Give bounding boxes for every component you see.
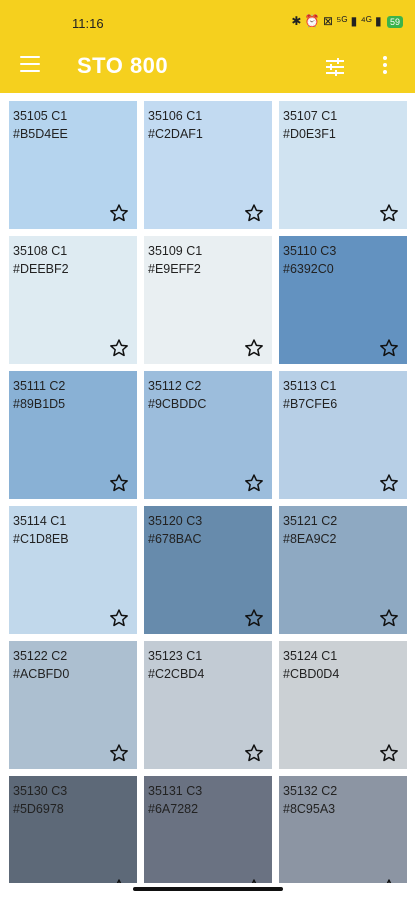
color-hex: #C2CBD4 [148, 667, 205, 681]
color-tile[interactable]: 35113 C1 #B7CFE6 [279, 371, 407, 499]
favorite-star-icon[interactable] [109, 743, 129, 763]
color-tile[interactable]: 35130 C3 #5D6978 [9, 776, 137, 883]
color-code: 35121 C2 [283, 514, 338, 528]
color-tile[interactable]: 35131 C3 #6A7282 [144, 776, 272, 883]
color-tile[interactable]: 35107 C1 #D0E3F1 [279, 101, 407, 229]
color-hex: #8EA9C2 [283, 532, 337, 546]
color-tile[interactable]: 35123 C1 #C2CBD4 [144, 641, 272, 769]
toolbar: STO 800 [0, 42, 415, 90]
favorite-star-icon[interactable] [109, 338, 129, 358]
color-hex: #E9EFF2 [148, 262, 201, 276]
color-hex: #5D6978 [13, 802, 64, 816]
favorite-star-icon[interactable] [109, 608, 129, 628]
page-title: STO 800 [77, 53, 169, 78]
favorite-star-icon[interactable] [244, 473, 264, 493]
color-tile[interactable]: 35111 C2 #89B1D5 [9, 371, 137, 499]
color-hex: #6A7282 [148, 802, 199, 816]
color-tile[interactable]: 35109 C1 #E9EFF2 [144, 236, 272, 364]
color-hex: #C2DAF1 [148, 127, 203, 141]
menu-icon[interactable] [20, 56, 40, 72]
color-hex: #B5D4EE [13, 127, 68, 141]
status-icons: ✱ ⏰ ⊠ ⁵ᴳ ▮ ⁴ᴳ ▮ 59 [291, 14, 403, 28]
color-code: 35112 C2 [148, 379, 202, 393]
color-hex: #CBD0D4 [283, 667, 340, 681]
color-code: 35130 C3 [13, 784, 68, 798]
color-tile[interactable]: 35122 C2 #ACBFD0 [9, 641, 137, 769]
color-hex: #C1D8EB [13, 532, 69, 546]
color-tile[interactable]: 35132 C2 #8C95A3 [279, 776, 407, 883]
color-hex: #B7CFE6 [283, 397, 338, 411]
favorite-star-icon[interactable] [244, 203, 264, 223]
gesture-nav-bar[interactable] [133, 887, 283, 891]
color-hex: #678BAC [148, 532, 202, 546]
favorite-star-icon[interactable] [109, 473, 129, 493]
color-hex: #D0E3F1 [283, 127, 336, 141]
color-tile[interactable]: 35112 C2 #9CBDDC [144, 371, 272, 499]
status-time: 11:16 [72, 16, 104, 31]
color-tile[interactable]: 35105 C1 #B5D4EE [9, 101, 137, 229]
color-grid: 35105 C1 #B5D4EE 35106 C1 #C2DAF1 35107 C1 #D… [0, 93, 415, 883]
color-code: 35131 C3 [148, 784, 203, 798]
color-code: 35105 C1 [13, 109, 68, 123]
favorite-star-icon[interactable] [109, 203, 129, 223]
favorite-star-icon[interactable] [244, 878, 264, 883]
status-icons-text: ✱ ⏰ ⊠ ⁵ᴳ ▮ ⁴ᴳ ▮ [291, 14, 382, 28]
status-bar: 11:16 ✱ ⏰ ⊠ ⁵ᴳ ▮ ⁴ᴳ ▮ 59 [0, 0, 415, 42]
color-hex: #6392C0 [283, 262, 334, 276]
favorite-star-icon[interactable] [379, 878, 399, 883]
favorite-star-icon[interactable] [379, 203, 399, 223]
color-hex: #DEEBF2 [13, 262, 69, 276]
color-code: 35110 C3 [283, 244, 337, 258]
filter-icon[interactable] [324, 56, 346, 78]
color-tile[interactable]: 35108 C1 #DEEBF2 [9, 236, 137, 364]
favorite-star-icon[interactable] [379, 743, 399, 763]
color-code: 35123 C1 [148, 649, 203, 663]
color-code: 35124 C1 [283, 649, 338, 663]
favorite-star-icon[interactable] [244, 608, 264, 628]
app-bar: 11:16 ✱ ⏰ ⊠ ⁵ᴳ ▮ ⁴ᴳ ▮ 59 STO 800 [0, 0, 415, 93]
color-tile[interactable]: 35121 C2 #8EA9C2 [279, 506, 407, 634]
favorite-star-icon[interactable] [379, 338, 399, 358]
color-hex: #89B1D5 [13, 397, 66, 411]
favorite-star-icon[interactable] [109, 878, 129, 883]
color-code: 35120 C3 [148, 514, 203, 528]
color-code: 35109 C1 [148, 244, 203, 258]
color-code: 35108 C1 [13, 244, 68, 258]
color-tile[interactable]: 35110 C3 #6392C0 [279, 236, 407, 364]
favorite-star-icon[interactable] [379, 473, 399, 493]
color-hex: #8C95A3 [283, 802, 336, 816]
color-tile[interactable]: 35120 C3 #678BAC [144, 506, 272, 634]
favorite-star-icon[interactable] [379, 608, 399, 628]
color-tile[interactable]: 35106 C1 #C2DAF1 [144, 101, 272, 229]
color-code: 35106 C1 [148, 109, 203, 123]
color-hex: #ACBFD0 [13, 667, 70, 681]
favorite-star-icon[interactable] [244, 743, 264, 763]
color-code: 35132 C2 [283, 784, 338, 798]
color-code: 35111 C2 [13, 379, 66, 393]
favorite-star-icon[interactable] [244, 338, 264, 358]
battery-icon: 59 [386, 16, 403, 28]
color-code: 35114 C1 [13, 514, 67, 528]
color-hex: #9CBDDC [148, 397, 207, 411]
color-code: 35122 C2 [13, 649, 68, 663]
color-code: 35113 C1 [283, 379, 337, 393]
more-options-icon[interactable] [382, 54, 388, 78]
color-tile[interactable]: 35124 C1 #CBD0D4 [279, 641, 407, 769]
color-code: 35107 C1 [283, 109, 338, 123]
color-tile[interactable]: 35114 C1 #C1D8EB [9, 506, 137, 634]
